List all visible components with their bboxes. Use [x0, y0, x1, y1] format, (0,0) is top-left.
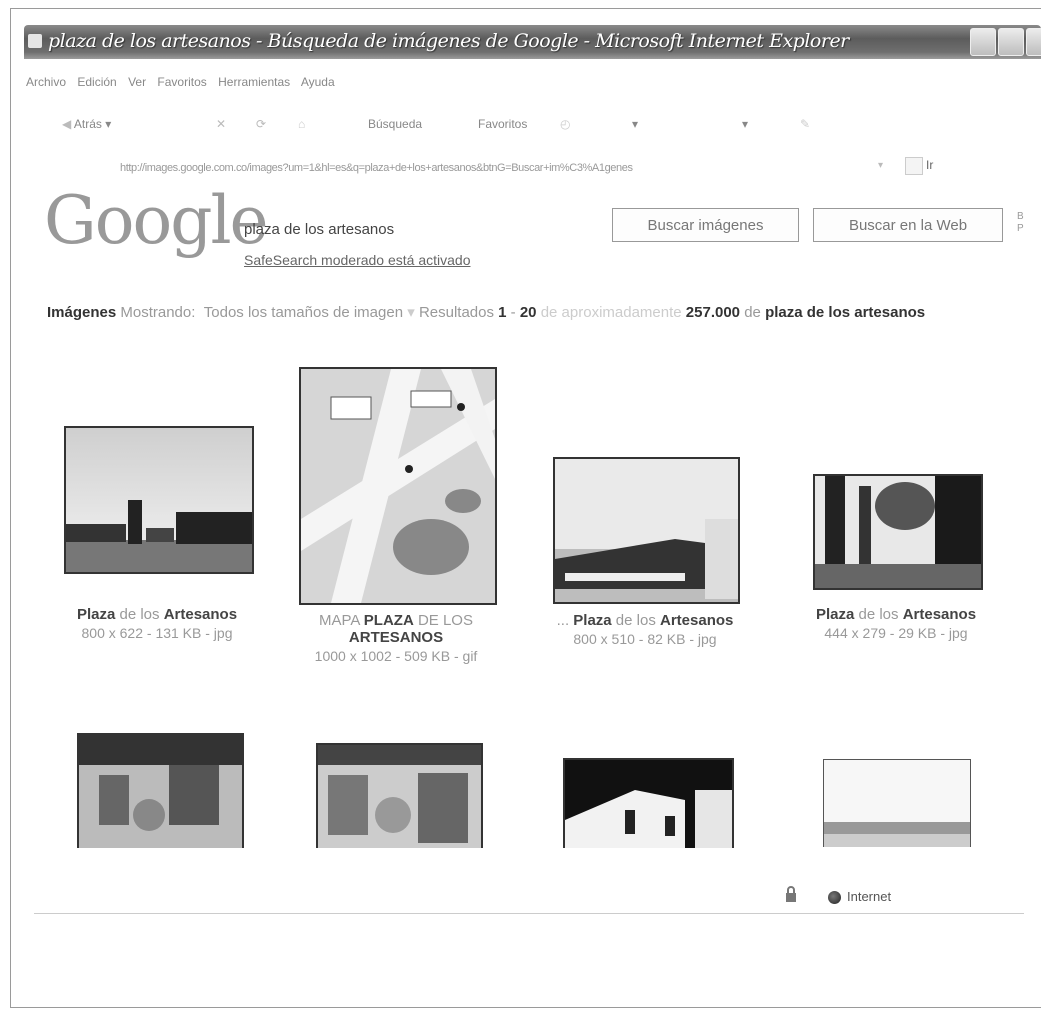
search-web-button[interactable]: Buscar en la Web — [813, 208, 1003, 242]
edit-icon[interactable]: ✎ — [800, 117, 810, 131]
result-url-3[interactable] — [540, 651, 750, 665]
status-zone-label: Internet — [847, 889, 892, 904]
result-dims-3: 800 x 510 - 82 KB - jpg — [573, 631, 717, 647]
result-thumbnail-1[interactable] — [64, 426, 254, 574]
history-icon[interactable]: ◴ — [560, 117, 570, 131]
result-title-1[interactable]: Plaza de los Artesanos — [57, 606, 257, 623]
refresh-icon[interactable]: ⟳ — [256, 117, 266, 131]
photo-plaza-5 — [79, 735, 242, 848]
back-label: Atrás — [73, 117, 102, 131]
result-url-4[interactable] — [795, 645, 997, 659]
menu-bar: Archivo Edición Ver Favoritos Herramient… — [26, 75, 343, 89]
result-url-2[interactable] — [282, 668, 510, 682]
minimize-button[interactable] — [970, 28, 996, 56]
result-url-1[interactable] — [57, 645, 257, 659]
showing-label: Mostrando: — [120, 304, 196, 321]
result-dims-4: 444 x 279 - 29 KB - jpg — [824, 625, 968, 641]
back-arrow-icon: ◀ — [62, 117, 74, 131]
google-logo[interactable]: Google — [44, 182, 269, 259]
result-title-2[interactable]: MAPA PLAZA DE LOS ARTESANOS — [282, 612, 510, 646]
photo-plaza-6 — [318, 745, 481, 848]
go-label: Ir — [926, 158, 934, 173]
address-dropdown-icon[interactable]: ▾ — [878, 160, 883, 171]
map-plaza — [301, 369, 495, 603]
maximize-button[interactable] — [998, 28, 1024, 56]
size-filter-dropdown-icon[interactable]: ▾ — [407, 304, 415, 321]
safesearch-link[interactable]: SafeSearch moderado está activado — [244, 252, 470, 268]
photo-plaza-1 — [66, 428, 252, 572]
result-thumbnail-4[interactable] — [813, 474, 983, 590]
images-label: Imágenes — [47, 304, 117, 321]
search-images-button[interactable]: Buscar imágenes — [612, 208, 799, 242]
back-dropdown-icon: ▾ — [105, 117, 112, 131]
window-title-bar: plaza de los artesanos - Búsqueda de imá… — [24, 25, 1041, 59]
favorites-label: Favoritos — [478, 117, 528, 131]
close-button[interactable] — [1026, 28, 1041, 56]
result-thumbnail-3[interactable] — [553, 457, 740, 604]
range-sep: - — [510, 304, 516, 321]
window-title: plaza de los artesanos - Búsqueda de imá… — [48, 30, 849, 52]
size-filter-select[interactable]: Todos los tamaños de imagen — [204, 304, 403, 321]
range-start: 1 — [498, 304, 507, 321]
go-arrow-icon — [905, 157, 923, 175]
photo-plaza-8 — [824, 760, 970, 847]
home-icon[interactable]: ⌂ — [298, 117, 305, 131]
print-dropdown-icon[interactable]: ▾ — [742, 117, 748, 131]
menu-edicion[interactable]: Edición — [77, 75, 116, 89]
menu-archivo[interactable]: Archivo — [26, 75, 66, 89]
go-button[interactable]: Ir — [905, 157, 933, 175]
status-zone: Internet — [828, 889, 892, 905]
back-button[interactable]: ◀ Atrás ▾ — [62, 117, 111, 131]
menu-herramientas[interactable]: Herramientas — [218, 75, 290, 89]
menu-ayuda[interactable]: Ayuda — [301, 75, 335, 89]
search-button[interactable]: Búsqueda — [368, 117, 422, 131]
menu-favoritos[interactable]: Favoritos — [157, 75, 206, 89]
ie-icon — [28, 34, 42, 48]
results-prefix: Resultados — [418, 304, 494, 321]
result-dims-2: 1000 x 1002 - 509 KB - gif — [314, 648, 478, 664]
status-bar-divider — [34, 913, 1024, 914]
address-input[interactable]: http://images.google.com.co/images?um=1&… — [120, 162, 865, 174]
result-thumbnail-6[interactable] — [316, 743, 483, 848]
result-dims-1: 800 x 622 - 131 KB - jpg — [81, 625, 233, 641]
result-thumbnail-8[interactable] — [823, 759, 971, 847]
results-bar: Imágenes Mostrando: Todos los tamaños de… — [47, 303, 1035, 321]
range-end: 20 — [519, 304, 537, 321]
toolbar: ◀ Atrás ▾ ✕ ⟳ ⌂ Búsqueda Favoritos ◴ ▾ ▾… — [30, 117, 1030, 137]
search-label: Búsqueda — [368, 117, 423, 131]
result-thumbnail-5[interactable] — [77, 733, 244, 848]
globe-icon — [828, 891, 841, 905]
result-thumbnail-7[interactable] — [563, 758, 734, 848]
result-count: 257.000 — [685, 304, 741, 321]
menu-ver[interactable]: Ver — [128, 75, 146, 89]
result-title-4[interactable]: Plaza de los Artesanos — [795, 606, 997, 623]
side-links[interactable]: BP — [1017, 211, 1024, 235]
stop-icon[interactable]: ✕ — [216, 117, 226, 131]
result-caption-4[interactable]: Plaza de los Artesanos 444 x 279 - 29 KB… — [795, 606, 997, 659]
favorites-button[interactable]: Favoritos — [478, 117, 527, 131]
photo-plaza-3 — [555, 459, 738, 602]
mail-dropdown-icon[interactable]: ▾ — [632, 117, 638, 131]
approx-label: de aproximadamente — [540, 304, 682, 321]
search-input[interactable]: plaza de los artesanos — [244, 221, 394, 238]
result-caption-1[interactable]: Plaza de los Artesanos 800 x 622 - 131 K… — [57, 606, 257, 659]
result-caption-2[interactable]: MAPA PLAZA DE LOS ARTESANOS 1000 x 1002 -… — [282, 612, 510, 682]
results-query: plaza de los artesanos — [765, 304, 926, 321]
security-icon — [786, 886, 796, 902]
result-thumbnail-2[interactable] — [299, 367, 497, 605]
result-caption-3[interactable]: ... Plaza de los Artesanos 800 x 510 - 8… — [540, 612, 750, 665]
photo-plaza-4 — [815, 476, 981, 588]
photo-plaza-7 — [565, 760, 732, 848]
result-title-3[interactable]: ... Plaza de los Artesanos — [540, 612, 750, 629]
de-label: de — [744, 304, 761, 321]
